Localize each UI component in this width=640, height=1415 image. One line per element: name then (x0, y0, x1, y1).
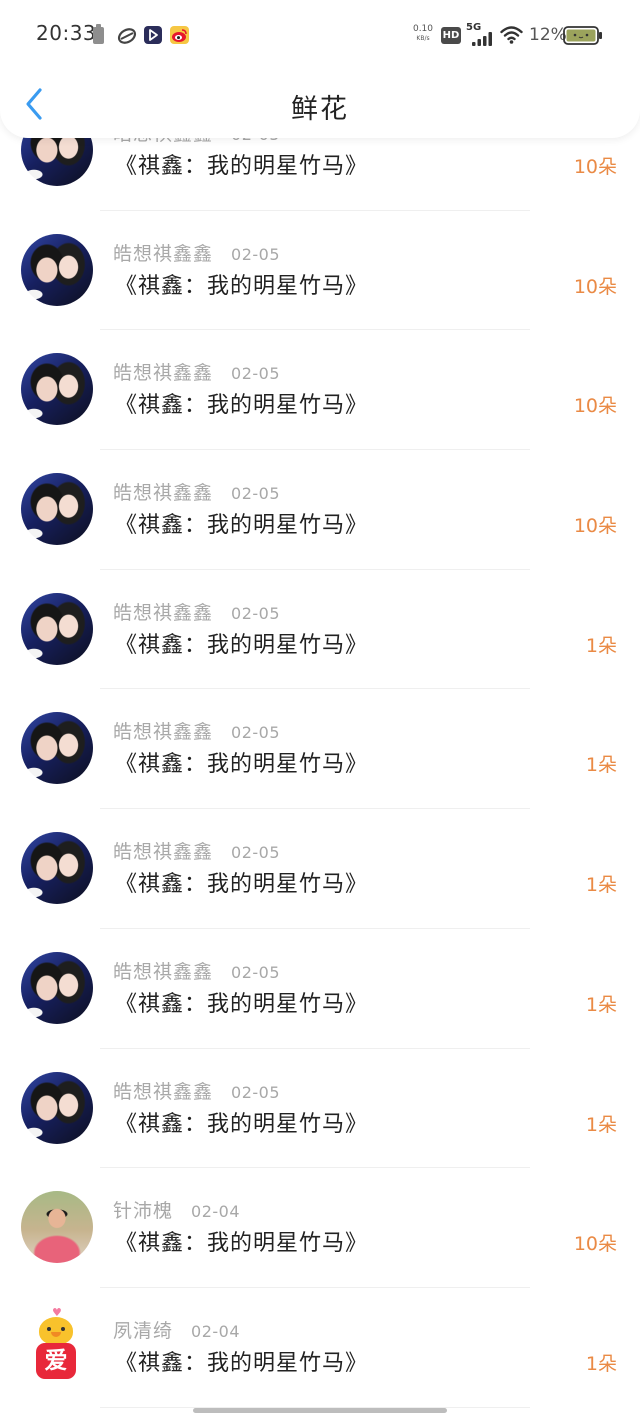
book-title: 《祺鑫：我的明星竹马》 (115, 872, 369, 898)
username[interactable]: 皓想祺鑫鑫 (113, 721, 213, 743)
item-date: 02-05 (231, 364, 281, 384)
flower-count: 1朵 (585, 993, 617, 1016)
item-date: 02-05 (231, 484, 281, 504)
list-item[interactable]: 皓想祺鑫鑫 02-05 《祺鑫：我的明星竹马》 10朵 (0, 450, 640, 570)
list-item[interactable]: 皓想祺鑫鑫 02-05 《祺鑫：我的明星竹马》 10朵 (0, 330, 640, 451)
signal-icon (472, 31, 494, 46)
username[interactable]: 皓想祺鑫鑫 (113, 1081, 213, 1103)
book-title: 《祺鑫：我的明星竹马》 (115, 154, 369, 179)
item-meta: 皓想祺鑫鑫 02-05 (113, 361, 280, 386)
list-item[interactable]: 皓想祺鑫鑫 02-05 《祺鑫：我的明星竹马》 10朵 (0, 211, 640, 331)
item-meta: 皓想祺鑫鑫 02-05 (113, 242, 280, 267)
username[interactable]: 针沛槐 (113, 1200, 173, 1222)
item-meta: 皓想祺鑫鑫 02-05 (113, 481, 280, 506)
username[interactable]: 夙清绮 (113, 1320, 173, 1342)
flower-count: 10朵 (573, 395, 617, 418)
flower-count: 1朵 (585, 754, 617, 777)
item-date: 02-05 (231, 843, 281, 863)
username[interactable]: 皓想祺鑫鑫 (113, 961, 213, 983)
book-title: 《祺鑫：我的明星竹马》 (115, 991, 369, 1017)
book-title: 《祺鑫：我的明星竹马》 (115, 1350, 369, 1376)
item-date: 02-04 (191, 1321, 241, 1341)
list-item[interactable]: 皓想祺鑫鑫 02-05 《祺鑫：我的明星竹马》 1朵 (0, 689, 640, 810)
net-speed: 0.10 KB/s (411, 25, 435, 43)
couple-photo-avatar[interactable] (21, 353, 93, 426)
item-date: 02-05 (231, 723, 281, 743)
book-title: 《祺鑫：我的明星竹马》 (115, 393, 369, 419)
book-title: 《祺鑫：我的明星竹马》 (115, 1111, 369, 1137)
duck-head-icon (39, 1316, 73, 1345)
flower-count: 10朵 (573, 515, 617, 538)
book-title: 《祺鑫：我的明星竹马》 (115, 273, 369, 299)
flower-count: 1朵 (585, 1352, 617, 1375)
list-item[interactable]: 皓想祺鑫鑫 02-05 《祺鑫：我的明星竹马》 1朵 (0, 809, 640, 929)
battery-percent: 12% (529, 25, 567, 45)
flower-count: 10朵 (573, 275, 617, 298)
item-meta: 皓想祺鑫鑫 02-05 (113, 720, 280, 745)
item-meta: 皓想祺鑫鑫 02-05 (113, 960, 280, 985)
item-meta: 夙清绮 02-04 (113, 1319, 240, 1344)
wifi-icon (500, 25, 523, 44)
net-speed-value: 0.10 (412, 24, 434, 34)
play-app-icon (144, 26, 162, 44)
item-meta: 皓想祺鑫鑫 02-05 (113, 601, 280, 626)
couple-photo-avatar[interactable] (21, 712, 93, 785)
couple-photo-avatar[interactable] (21, 832, 93, 905)
book-title: 《祺鑫：我的明星竹马》 (115, 632, 369, 658)
avatar-sticker-text: 爱 (36, 1342, 76, 1379)
book-title: 《祺鑫：我的明星竹马》 (115, 1231, 369, 1257)
list-item[interactable]: 皓想祺鑫鑫 02-05 《祺鑫：我的明星竹马》 1朵 (0, 929, 640, 1049)
book-title: 《祺鑫：我的明星竹马》 (115, 513, 369, 539)
status-time: 20:33 (36, 21, 97, 45)
username[interactable]: 皓想祺鑫鑫 (113, 243, 213, 265)
net-speed-unit: KB/s (416, 35, 430, 42)
couple-photo-avatar[interactable] (21, 1071, 93, 1144)
flower-count: 10朵 (573, 156, 617, 178)
couple-photo-avatar[interactable] (21, 592, 93, 665)
book-title: 《祺鑫：我的明星竹马》 (115, 752, 369, 778)
item-meta: 针沛槐 02-04 (113, 1199, 240, 1224)
item-meta: 皓想祺鑫鑫 02-05 (113, 840, 280, 865)
top-bar: 20:33 0.10 KB/s HD 5G 12% 鲜花 (0, 0, 640, 138)
couple-photo-avatar[interactable] (21, 473, 93, 546)
list-item[interactable]: 皓想祺鑫鑫 02-05 《祺鑫：我的明星竹马》 1朵 (0, 1049, 640, 1169)
flower-count: 1朵 (585, 1113, 617, 1136)
flower-count: 1朵 (585, 634, 617, 657)
storage-icon (93, 24, 104, 44)
item-meta: 皓想祺鑫鑫 02-05 (113, 1080, 280, 1105)
flower-count: 10朵 (573, 1233, 617, 1256)
item-date: 02-05 (231, 603, 281, 623)
loop-app-icon (117, 26, 137, 46)
child-photo-avatar[interactable] (21, 1191, 93, 1264)
list-item[interactable]: 针沛槐 02-04 《祺鑫：我的明星竹马》 10朵 (0, 1168, 640, 1288)
duck-sticker-avatar[interactable]: ♥ 爱 (21, 1307, 93, 1383)
battery-icon (563, 26, 603, 45)
item-date: 02-05 (231, 1082, 281, 1102)
username[interactable]: 皓想祺鑫鑫 (113, 841, 213, 863)
item-date: 02-05 (231, 244, 281, 264)
username[interactable]: 皓想祺鑫鑫 (113, 482, 213, 504)
list-item[interactable]: 皓想祺鑫鑫 02-05 《祺鑫：我的明星竹马》 1朵 (0, 570, 640, 690)
list-item[interactable]: ♥ 爱夙清绮 02-04 《祺鑫：我的明星竹马》 1朵 (0, 1288, 640, 1408)
page-title: 鲜花 (291, 94, 349, 125)
home-indicator[interactable] (193, 1408, 447, 1413)
flower-count: 1朵 (585, 874, 617, 897)
hd-icon: HD (441, 27, 461, 44)
couple-photo-avatar[interactable] (21, 233, 93, 306)
weibo-icon (170, 26, 189, 44)
item-date: 02-04 (191, 1202, 241, 1222)
couple-photo-avatar[interactable] (21, 951, 93, 1024)
username[interactable]: 皓想祺鑫鑫 (113, 362, 213, 384)
username[interactable]: 皓想祺鑫鑫 (113, 602, 213, 624)
flower-list: 皓想祺鑫鑫02-05《祺鑫：我的明星竹马》10朵皓想祺鑫鑫02-05《祺鑫：我的… (0, 91, 640, 1408)
item-date: 02-05 (231, 962, 281, 982)
